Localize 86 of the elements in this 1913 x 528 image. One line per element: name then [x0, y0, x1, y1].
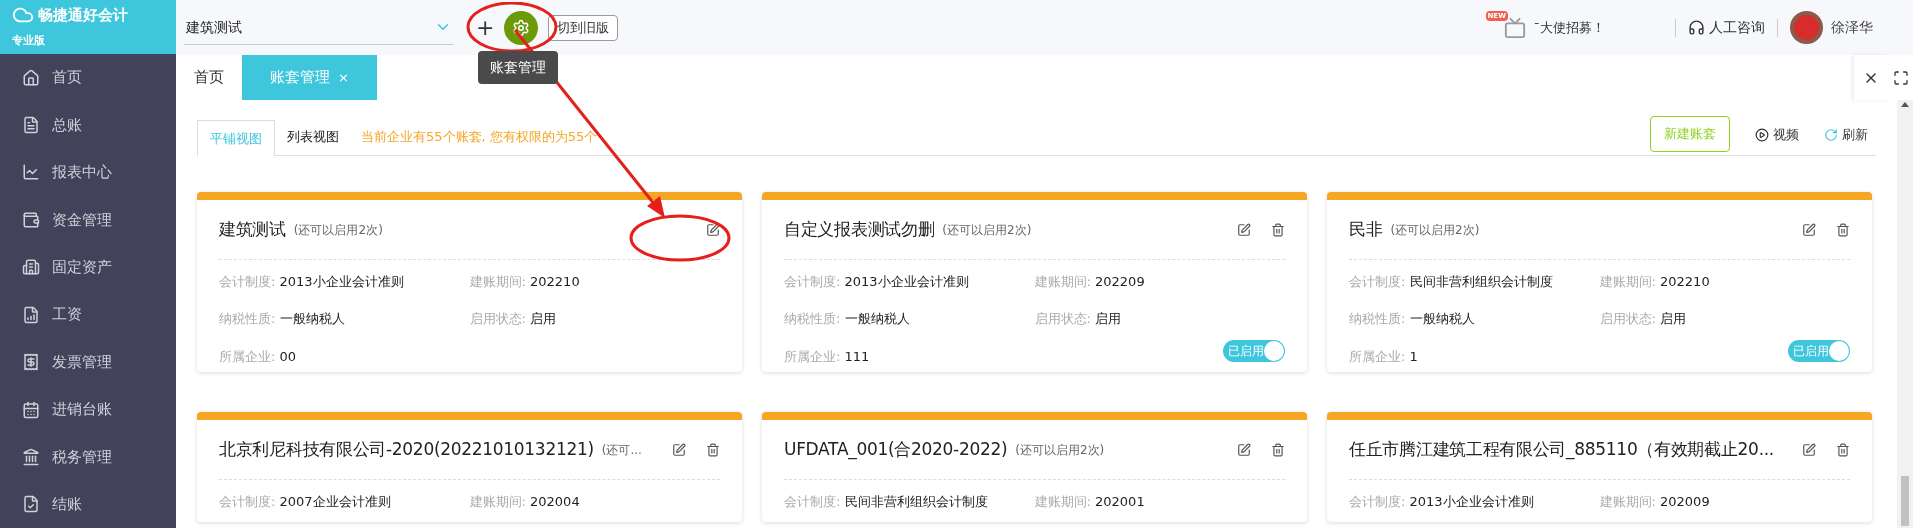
add-button[interactable]: +: [476, 16, 495, 39]
wallet-icon: [22, 210, 40, 229]
delete-icon[interactable]: [1836, 222, 1850, 237]
field-text: 纳税性质: 一般纳税人: [1349, 310, 1476, 328]
sidebar-item[interactable]: 报表中心: [0, 148, 176, 197]
view-tab[interactable]: 列表视图: [275, 119, 351, 155]
sidebar-item[interactable]: 资金管理: [0, 196, 176, 244]
bank-icon: [22, 447, 40, 466]
sidebar-item[interactable]: 税务管理: [0, 433, 176, 481]
sidebar-item[interactable]: 结账: [0, 480, 176, 528]
account-note: (还可以启用2次): [942, 221, 1032, 239]
account-title: 北京利尼科技有限公司-2020(20221010132121): [219, 437, 594, 461]
calendar-icon: [22, 400, 40, 419]
settings-button[interactable]: [504, 10, 539, 45]
page-tab[interactable]: 首页: [194, 55, 224, 100]
refresh-link[interactable]: 刷新: [1842, 125, 1868, 145]
tooltip: 账套管理: [478, 50, 559, 84]
field-text: 启用状态: 启用: [469, 310, 558, 328]
account-note: (还可以启用2次): [1390, 221, 1480, 239]
field-text: 建账期间: 202004: [469, 493, 581, 510]
field-text: 建账期间: 202210: [1599, 273, 1711, 290]
tv-icon: [1503, 16, 1526, 39]
field-text: 建账期间: 202210: [469, 273, 581, 290]
delete-icon[interactable]: [1836, 442, 1850, 457]
scrollbar[interactable]: [1897, 100, 1913, 528]
delete-icon[interactable]: [1271, 222, 1285, 237]
account-title: UFDATA_001(合2020-2022): [784, 437, 1008, 462]
account-title: 民非: [1349, 217, 1383, 241]
account-note: (还可以启用2次): [1015, 441, 1105, 459]
edit-icon[interactable]: [1802, 442, 1816, 457]
sidebar-item[interactable]: 进销台账: [0, 385, 176, 434]
sidebar-item[interactable]: 固定资产: [0, 243, 176, 291]
account-note: (还可...: [601, 441, 642, 459]
delete-icon[interactable]: [706, 442, 720, 457]
field-text: 会计制度: 民间非营利组织会计制度: [784, 493, 989, 510]
document-icon: [22, 116, 40, 134]
refresh-icon: [1824, 128, 1838, 142]
field-text: 会计制度: 2013小企业会计准则: [219, 273, 405, 290]
account-select[interactable]: 建筑测试: [184, 10, 454, 45]
sidebar-item[interactable]: 总账: [0, 101, 176, 149]
field-text: 所属企业: 1: [1349, 347, 1419, 365]
building-icon: [22, 258, 40, 277]
field-text: 建账期间: 202009: [1599, 493, 1711, 510]
field-text: 纳税性质: 一般纳税人: [784, 310, 911, 328]
field-text: 启用状态: 启用: [1034, 310, 1123, 328]
field-text: 会计制度: 民间非营利组织会计制度: [1349, 273, 1554, 290]
fullscreen-icon: [1892, 69, 1909, 86]
home-icon: [22, 68, 40, 87]
promo-link[interactable]: ˉ大使招募！: [1533, 17, 1605, 38]
field-text: 纳税性质: 一般纳税人: [219, 310, 346, 328]
field-text: 所属企业: 00: [219, 347, 298, 365]
old-version-button[interactable]: 切到旧版: [548, 14, 619, 41]
support-link[interactable]: 人工咨询: [1709, 17, 1765, 38]
field-text: 所属企业: 111: [784, 347, 871, 365]
edit-icon[interactable]: [1237, 442, 1251, 457]
edit-icon[interactable]: [672, 442, 686, 457]
field-text: 启用状态: 启用: [1599, 310, 1688, 328]
account-title: 自定义报表测试勿删: [784, 217, 935, 241]
headset-icon: [1688, 19, 1705, 36]
play-icon: [1755, 128, 1769, 142]
account-title: 建筑测试: [219, 217, 286, 241]
sidebar-item[interactable]: 工资: [0, 290, 176, 339]
settings-icon: [512, 18, 531, 37]
field-text: 会计制度: 2013小企业会计准则: [784, 273, 970, 290]
document-check-icon: [22, 495, 40, 514]
brand-name: 畅捷通好会计: [38, 5, 128, 26]
field-text: 建账期间: 202001: [1034, 493, 1146, 510]
field-text: 会计制度: 2013小企业会计准则: [1349, 493, 1535, 510]
avatar[interactable]: [1790, 11, 1823, 44]
sidebar-item[interactable]: 首页: [0, 53, 176, 102]
account-title: 任丘市腾江建筑工程有限公司_885110（有效期截止20...: [1349, 437, 1774, 462]
user-name: 徐泽华: [1831, 18, 1873, 37]
notice-text: 当前企业有55个账套, 您有权限的为55个: [361, 128, 598, 147]
field-text: 会计制度: 2007企业会计准则: [219, 493, 392, 510]
account-note: (还可以启用2次): [293, 221, 383, 239]
receipt-icon: [22, 353, 40, 372]
field-text: 建账期间: 202209: [1034, 273, 1146, 290]
edit-icon[interactable]: [706, 222, 720, 237]
sidebar-item[interactable]: 发票管理: [0, 338, 176, 386]
report-icon: [22, 305, 40, 324]
line-chart-icon: [22, 163, 40, 182]
edit-icon[interactable]: [1802, 222, 1816, 237]
delete-icon[interactable]: [1271, 442, 1285, 457]
video-link[interactable]: 视频: [1773, 125, 1799, 145]
edition-label: 专业版: [12, 33, 45, 47]
edit-icon[interactable]: [1237, 222, 1251, 237]
